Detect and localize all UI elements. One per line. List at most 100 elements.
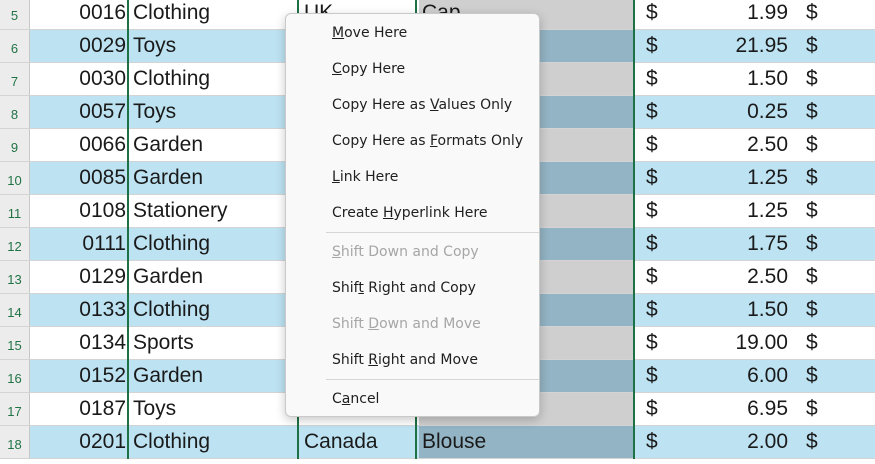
cell-currency-next[interactable]: $ (806, 30, 836, 62)
cell-currency-next[interactable]: $ (806, 327, 836, 359)
cell-price[interactable]: 1.50 (676, 63, 788, 95)
menu-label-text: opy Here (341, 61, 406, 77)
cell-price[interactable]: 2.50 (676, 129, 788, 161)
cell-price[interactable]: 6.00 (676, 360, 788, 392)
row-header[interactable]: 7 (0, 63, 30, 95)
shift-down-move-item: Shift Down and Move (332, 314, 481, 334)
cell-category[interactable]: Stationery (131, 195, 299, 227)
cancel-item[interactable]: Cancel (332, 389, 379, 409)
cell-currency[interactable]: $ (646, 30, 676, 62)
row-header[interactable]: 18 (0, 426, 30, 458)
cell-id[interactable]: 0133 (30, 294, 127, 326)
cell-category[interactable]: Garden (131, 162, 299, 194)
cell-price[interactable]: 21.95 (676, 30, 788, 62)
cell-currency[interactable]: $ (646, 294, 676, 326)
cell-price[interactable]: 1.25 (676, 195, 788, 227)
cell-category[interactable]: Clothing (131, 0, 299, 29)
cell-id[interactable]: 0030 (30, 63, 127, 95)
shift-down-copy-item: Shift Down and Copy (332, 242, 479, 262)
row-header[interactable]: 13 (0, 261, 30, 293)
cell-price[interactable]: 1.75 (676, 228, 788, 260)
cell-price[interactable]: 2.50 (676, 261, 788, 293)
shift-right-copy-item[interactable]: Shift Right and Copy (332, 278, 476, 298)
cell-category[interactable]: Sports (131, 327, 299, 359)
column-border (633, 0, 635, 459)
cell-id[interactable]: 0066 (30, 129, 127, 161)
cell-id[interactable]: 0016 (30, 0, 127, 29)
cell-price[interactable]: 6.95 (676, 393, 788, 425)
cell-category[interactable]: Clothing (131, 294, 299, 326)
cell-currency-next[interactable]: $ (806, 360, 836, 392)
move-here-item[interactable]: Move Here (332, 23, 407, 43)
cell-currency[interactable]: $ (646, 228, 676, 260)
cell-currency-next[interactable]: $ (806, 294, 836, 326)
cell-currency-next[interactable]: $ (806, 129, 836, 161)
row-header[interactable]: 12 (0, 228, 30, 260)
cell-category[interactable]: Clothing (131, 426, 299, 458)
row-header[interactable]: 16 (0, 360, 30, 392)
cell-currency[interactable]: $ (646, 327, 676, 359)
cell-id[interactable]: 0029 (30, 30, 127, 62)
cell-price[interactable]: 1.50 (676, 294, 788, 326)
copy-here-item[interactable]: Copy Here (332, 59, 405, 79)
cell-id[interactable]: 0057 (30, 96, 127, 128)
cell-currency[interactable]: $ (646, 195, 676, 227)
cell-currency[interactable]: $ (646, 261, 676, 293)
row-header[interactable]: 11 (0, 195, 30, 227)
cell-category[interactable]: Toys (131, 393, 299, 425)
cell-currency-next[interactable]: $ (806, 195, 836, 227)
cell-id[interactable]: 0134 (30, 327, 127, 359)
cell-id[interactable]: 0129 (30, 261, 127, 293)
cell-category[interactable]: Clothing (131, 63, 299, 95)
link-here-item[interactable]: Link Here (332, 167, 398, 187)
cell-currency[interactable]: $ (646, 96, 676, 128)
cell-price[interactable]: 1.99 (676, 0, 788, 29)
cell-currency[interactable]: $ (646, 426, 676, 458)
cell-price[interactable]: 0.25 (676, 96, 788, 128)
cell-id[interactable]: 0111 (30, 228, 127, 260)
row-header[interactable]: 6 (0, 30, 30, 62)
cell-currency[interactable]: $ (646, 360, 676, 392)
cell-product[interactable]: Blouse (419, 426, 634, 458)
create-hyperlink-item[interactable]: Create Hyperlink Here (332, 203, 487, 223)
cell-category[interactable]: Garden (131, 129, 299, 161)
cell-price[interactable]: 2.00 (676, 426, 788, 458)
row-header[interactable]: 8 (0, 96, 30, 128)
cell-price[interactable]: 19.00 (676, 327, 788, 359)
cell-id[interactable]: 0187 (30, 393, 127, 425)
cell-category[interactable]: Toys (131, 30, 299, 62)
shift-right-move-item[interactable]: Shift Right and Move (332, 350, 478, 370)
cell-id[interactable]: 0152 (30, 360, 127, 392)
cell-currency-next[interactable]: $ (806, 162, 836, 194)
cell-currency-next[interactable]: $ (806, 63, 836, 95)
cell-country[interactable]: Canada (301, 426, 416, 458)
cell-currency[interactable]: $ (646, 162, 676, 194)
cell-currency-next[interactable]: $ (806, 426, 836, 458)
cell-category[interactable]: Garden (131, 360, 299, 392)
cell-currency[interactable]: $ (646, 0, 676, 29)
menu-label-text: Copy Here as (332, 97, 430, 113)
cell-currency[interactable]: $ (646, 129, 676, 161)
row-header[interactable]: 14 (0, 294, 30, 326)
row-header[interactable]: 15 (0, 327, 30, 359)
cell-category[interactable]: Toys (131, 96, 299, 128)
cell-currency-next[interactable]: $ (806, 228, 836, 260)
row-header[interactable]: 17 (0, 393, 30, 425)
cell-currency[interactable]: $ (646, 63, 676, 95)
cell-id[interactable]: 0085 (30, 162, 127, 194)
copy-formats-only-item[interactable]: Copy Here as Formats Only (332, 131, 523, 151)
cell-category[interactable]: Clothing (131, 228, 299, 260)
cell-currency[interactable]: $ (646, 393, 676, 425)
cell-id[interactable]: 0201 (30, 426, 127, 458)
cell-currency-next[interactable]: $ (806, 0, 836, 29)
row-header[interactable]: 9 (0, 129, 30, 161)
cell-category[interactable]: Garden (131, 261, 299, 293)
cell-price[interactable]: 1.25 (676, 162, 788, 194)
row-header[interactable]: 10 (0, 162, 30, 194)
cell-currency-next[interactable]: $ (806, 96, 836, 128)
cell-currency-next[interactable]: $ (806, 261, 836, 293)
row-header[interactable]: 5 (0, 0, 30, 29)
cell-id[interactable]: 0108 (30, 195, 127, 227)
copy-values-only-item[interactable]: Copy Here as Values Only (332, 95, 512, 115)
cell-currency-next[interactable]: $ (806, 393, 836, 425)
